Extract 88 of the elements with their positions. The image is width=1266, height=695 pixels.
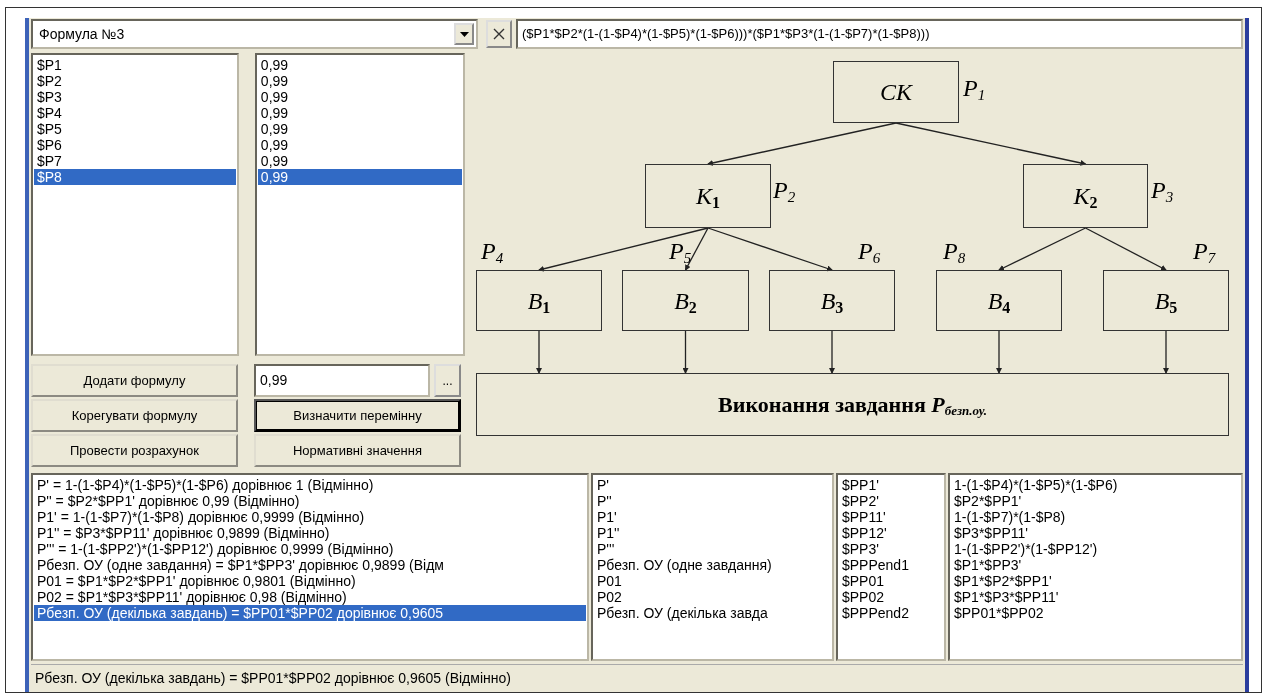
list-item[interactable]: $PP01 xyxy=(839,573,943,589)
list-item[interactable]: $P3*$PP11' xyxy=(951,525,1240,541)
list-item[interactable]: P1' xyxy=(594,509,831,525)
command-button[interactable]: Провести розрахунок xyxy=(31,434,238,467)
list-item[interactable]: P''' xyxy=(594,541,831,557)
list-item[interactable]: $PPPend1 xyxy=(839,557,943,573)
list-item[interactable]: $PPPend2 xyxy=(839,605,943,621)
list-item[interactable]: P02 = $P1*$P3*$PP11' дорівнює 0,98 (Відмінно) xyxy=(34,589,586,605)
list-item[interactable]: 0,99 xyxy=(257,73,462,89)
list-item[interactable]: P' = 1-(1-$P4)*(1-$P5)*(1-$P6) дорівнює 1 (Відмінно) xyxy=(34,477,586,493)
list-item[interactable]: 1-(1-$P4)*(1-$P5)*(1-$P6) xyxy=(951,477,1240,493)
list-item[interactable]: $PP02 xyxy=(839,589,943,605)
list-item[interactable]: $P2 xyxy=(34,73,236,89)
command-button[interactable]: Нормативні значення xyxy=(254,434,461,467)
caret-icon xyxy=(459,31,469,37)
list-item[interactable]: P01 xyxy=(594,573,831,589)
probability-label: P$_{2}$ xyxy=(773,177,796,203)
list-item[interactable]: $P6 xyxy=(34,137,236,153)
probability-label: P$_{4}$ xyxy=(481,238,504,264)
diagram-node: K$_{1}$ xyxy=(645,164,771,228)
command-button[interactable]: Визначити перемінну xyxy=(254,399,461,432)
arrow xyxy=(829,330,835,374)
probability-label: P$_{3}$ xyxy=(1151,177,1174,203)
diagram-node: B$_{4}$ xyxy=(936,270,1062,331)
list-item[interactable]: P1'' xyxy=(594,525,831,541)
list-item[interactable]: 1-(1-$PP2')*(1-$PP12') xyxy=(951,541,1240,557)
list-item[interactable]: P1' = 1-(1-$P7)*(1-$P8) дорівнює 0,9999 (Відмінно) xyxy=(34,509,586,525)
arrow xyxy=(1163,330,1169,374)
list-item[interactable]: 0,99 xyxy=(257,121,462,137)
status-bar: Рбезп. ОУ (декілька завдань) = $PP01*$PP02 дорівнює 0,9605 (Відмінно) xyxy=(31,664,1243,690)
probability-label: P$_{6}$ xyxy=(858,238,881,264)
list-item[interactable]: P01 = $P1*$P2*$PP1' дорівнює 0,9801 (Відмінно) xyxy=(34,573,586,589)
list-item[interactable]: $PP1' xyxy=(839,477,943,493)
list-item[interactable]: P'' xyxy=(594,493,831,509)
diagram-node: B$_{2}$ xyxy=(622,270,749,331)
browse-button[interactable]: ... xyxy=(434,364,461,397)
list-item[interactable]: Рбезп. ОУ (декілька завда xyxy=(594,605,831,621)
formula-select[interactable]: Формула №3 xyxy=(31,19,478,49)
list-item[interactable]: $P1*$P3*$PP11' xyxy=(951,589,1240,605)
diagram-node: B$_{3}$ xyxy=(769,270,895,331)
list-item[interactable]: 1-(1-$P7)*(1-$P8) xyxy=(951,509,1240,525)
list-item[interactable]: 0,99 xyxy=(257,137,462,153)
diagram-node: B$_{1}$ xyxy=(476,270,602,331)
list-item[interactable]: $P8 xyxy=(34,169,236,185)
list-item[interactable]: P' xyxy=(594,477,831,493)
list-item[interactable]: $PP12' xyxy=(839,525,943,541)
arrow xyxy=(682,330,689,374)
diagram-node: K$_{2}$ xyxy=(1023,164,1148,228)
list-item[interactable]: Рбезп. ОУ (одне завдання) = $P1*$PP3' дорівнює 0,9899 (Відм xyxy=(34,557,586,573)
list-item[interactable]: $PP01*$PP02 xyxy=(951,605,1240,621)
list-item[interactable]: $P1*$PP3' xyxy=(951,557,1240,573)
list-item[interactable]: Рбезп. ОУ (декілька завдань) = $PP01*$PP02 дорівнює 0,9605 xyxy=(34,605,586,621)
list-item[interactable]: 0,99 xyxy=(257,105,462,121)
list-item[interactable]: $P4 xyxy=(34,105,236,121)
value-field[interactable]: 0,99 xyxy=(254,364,430,397)
list-item[interactable]: Рбезп. ОУ (одне завдання) xyxy=(594,557,831,573)
list-item[interactable]: P'' = $P2*$PP1' дорівнює 0,99 (Відмінно) xyxy=(34,493,586,509)
close-icon xyxy=(493,28,505,40)
formula-field[interactable]: ($P1*$P2*(1-(1-$P4)*(1-$P5)*(1-$P6)))*($P1*$P3*(1-(1-$P7)*(1-$P8))) xyxy=(516,19,1243,49)
probability-label: P$_{8}$ xyxy=(943,238,966,264)
list-item[interactable]: $P2*$PP1' xyxy=(951,493,1240,509)
list-item[interactable]: $P1*$P2*$PP1' xyxy=(951,573,1240,589)
list-item[interactable]: P02 xyxy=(594,589,831,605)
list-item[interactable]: $P3 xyxy=(34,89,236,105)
probability-label: P$_{5}$ xyxy=(669,238,692,264)
probability-label: P$_{7}$ xyxy=(1193,238,1216,264)
list-item[interactable]: $P5 xyxy=(34,121,236,137)
diagram-node: B$_{5}$ xyxy=(1103,270,1229,331)
list-item[interactable]: $P7 xyxy=(34,153,236,169)
list-item[interactable]: $P1 xyxy=(34,57,236,73)
list-item[interactable]: P''' = 1-(1-$PP2')*(1-$PP12') дорівнює 0,9999 (Відмінно) xyxy=(34,541,586,557)
list-item[interactable]: $PP3' xyxy=(839,541,943,557)
list-item[interactable]: P1'' = $P3*$PP11' дорівнює 0,9899 (Відмінно) xyxy=(34,525,586,541)
clear-button[interactable] xyxy=(486,20,512,48)
list-item[interactable]: $PP11' xyxy=(839,509,943,525)
list-item[interactable]: 0,99 xyxy=(257,153,462,169)
list-item[interactable]: 0,99 xyxy=(257,57,462,73)
arrow xyxy=(996,330,1002,374)
dropdown-button[interactable] xyxy=(454,23,474,45)
command-button[interactable]: Додати формулу xyxy=(31,364,238,397)
arrow xyxy=(536,330,542,374)
outcome-node: Виконання завдання P$_{безп.оу.}$ xyxy=(476,373,1229,436)
diagram-node: CK xyxy=(833,61,959,123)
probability-label: P$_{1}$ xyxy=(963,75,986,101)
list-item[interactable]: 0,99 xyxy=(257,169,462,185)
list-item[interactable]: 0,99 xyxy=(257,89,462,105)
command-button[interactable]: Корегувати формулу xyxy=(31,399,238,432)
list-item[interactable]: $PP2' xyxy=(839,493,943,509)
